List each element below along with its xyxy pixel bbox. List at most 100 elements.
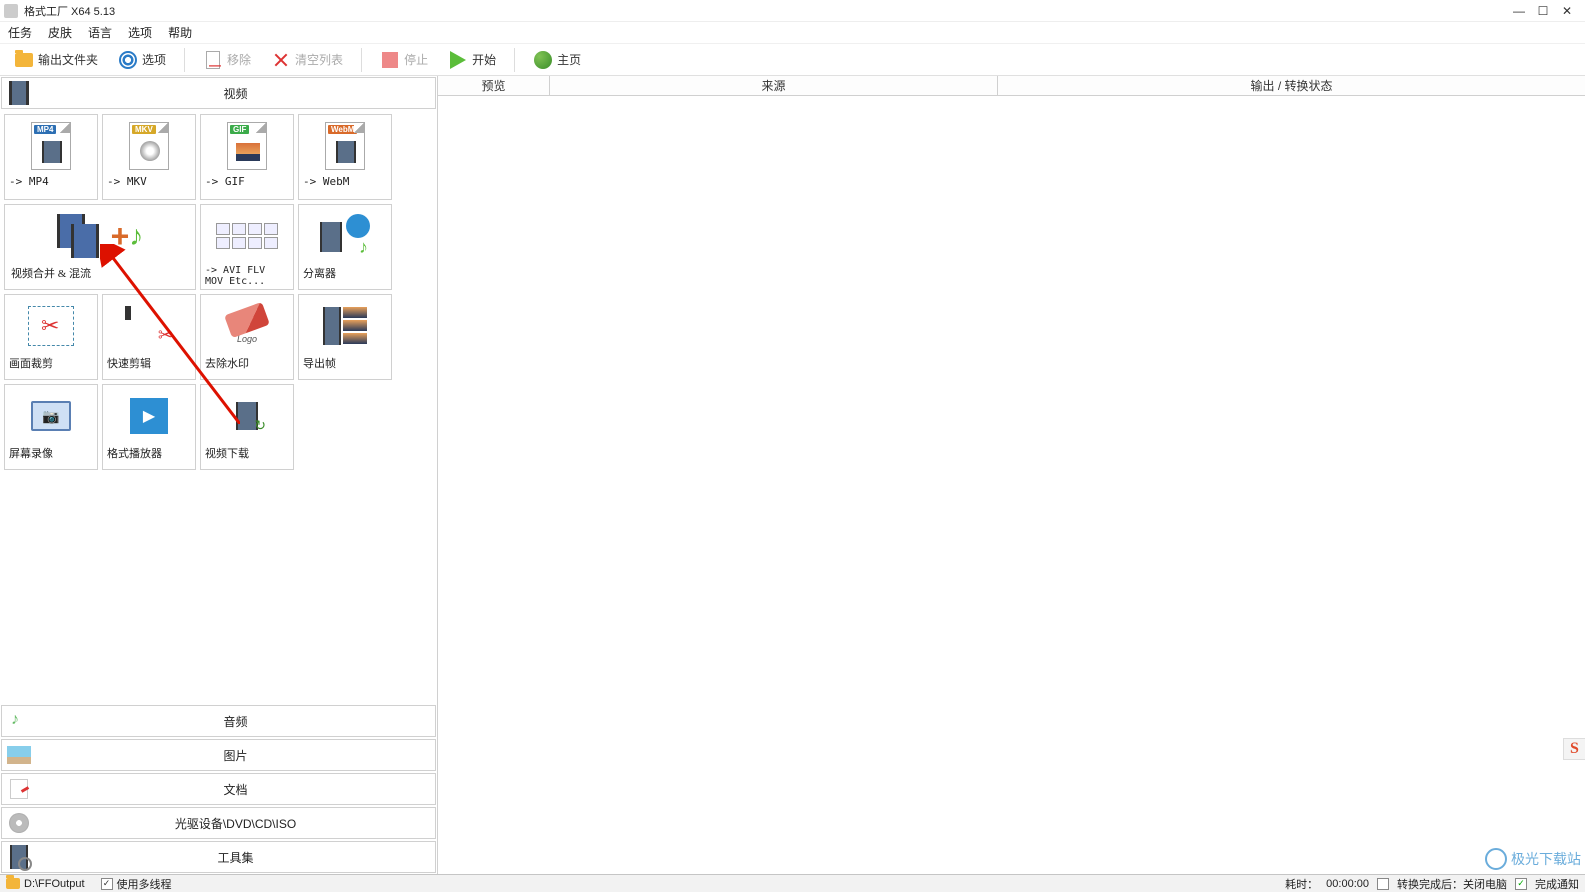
remove-icon bbox=[203, 50, 223, 70]
tile-crop-label: 画面裁剪 bbox=[5, 355, 97, 371]
tile-quickcut[interactable]: 快速剪辑 bbox=[102, 294, 196, 380]
menu-lang[interactable]: 语言 bbox=[88, 24, 112, 41]
status-bar: D:\FFOutput 使用多线程 耗时： 00:00:00 转换完成后：关闭电… bbox=[0, 874, 1585, 892]
tile-separator[interactable]: ♪ 分离器 bbox=[298, 204, 392, 290]
output-folder-label: 输出文件夹 bbox=[38, 51, 98, 68]
tile-gif[interactable]: GIF -> GIF bbox=[200, 114, 294, 200]
category-audio[interactable]: 音频 bbox=[1, 705, 436, 737]
menu-help[interactable]: 帮助 bbox=[168, 24, 192, 41]
video-icon bbox=[6, 80, 32, 106]
toolbar-separator bbox=[361, 48, 362, 72]
folder-icon bbox=[14, 50, 34, 70]
plus-note-icon: + bbox=[111, 218, 144, 255]
category-video[interactable]: 视频 bbox=[1, 77, 436, 109]
document-icon bbox=[6, 776, 32, 802]
toolbar: 输出文件夹 选项 移除 清空列表 停止 开始 主页 bbox=[0, 44, 1585, 76]
folder-icon bbox=[6, 878, 20, 889]
screen-icon bbox=[31, 401, 71, 431]
download-icon bbox=[236, 402, 258, 430]
video-tiles: MP4 -> MP4 MKV -> MKV GIF -> GIF WebM ->… bbox=[0, 110, 437, 704]
elapsed-label: 耗时： bbox=[1285, 876, 1318, 892]
stop-label: 停止 bbox=[404, 51, 428, 68]
tile-download[interactable]: 视频下载 bbox=[200, 384, 294, 470]
menu-option[interactable]: 选项 bbox=[128, 24, 152, 41]
category-document-label: 文档 bbox=[36, 781, 435, 798]
toolbar-separator bbox=[184, 48, 185, 72]
stop-icon bbox=[380, 50, 400, 70]
avi-icon bbox=[216, 223, 278, 249]
tile-player-label: 格式播放器 bbox=[103, 445, 195, 461]
tile-watermark-remove[interactable]: Logo 去除水印 bbox=[200, 294, 294, 380]
shutdown-checkbox[interactable] bbox=[1377, 878, 1389, 890]
elapsed-time: 00:00:00 bbox=[1326, 878, 1369, 890]
toolbar-separator bbox=[514, 48, 515, 72]
menu-skin[interactable]: 皮肤 bbox=[48, 24, 72, 41]
category-disc[interactable]: 光驱设备\DVD\CD\ISO bbox=[1, 807, 436, 839]
tile-webm-label: -> WebM bbox=[299, 175, 391, 188]
globe-icon bbox=[533, 50, 553, 70]
notify-checkbox[interactable] bbox=[1515, 878, 1527, 890]
list-header: 预览 来源 输出 / 转换状态 bbox=[438, 76, 1585, 96]
ime-indicator[interactable]: S bbox=[1563, 738, 1585, 760]
toolset-icon bbox=[6, 844, 32, 870]
task-list[interactable] bbox=[438, 96, 1585, 874]
tile-screen-record[interactable]: 屏幕录像 bbox=[4, 384, 98, 470]
x-icon bbox=[271, 50, 291, 70]
clear-list-label: 清空列表 bbox=[295, 51, 343, 68]
tile-crop[interactable]: 画面裁剪 bbox=[4, 294, 98, 380]
tile-download-label: 视频下载 bbox=[201, 445, 293, 461]
image-icon bbox=[6, 742, 32, 768]
app-icon bbox=[4, 4, 18, 18]
maximize-button[interactable]: ☐ bbox=[1537, 5, 1549, 17]
eraser-icon bbox=[224, 302, 270, 338]
clear-list-button[interactable]: 清空列表 bbox=[265, 48, 349, 72]
close-button[interactable]: ✕ bbox=[1561, 5, 1573, 17]
tile-gif-label: -> GIF bbox=[201, 175, 293, 188]
multithread-label: 使用多线程 bbox=[117, 876, 172, 892]
category-video-label: 视频 bbox=[36, 85, 435, 102]
category-image[interactable]: 图片 bbox=[1, 739, 436, 771]
quickcut-icon bbox=[125, 306, 173, 346]
disc-icon bbox=[6, 810, 32, 836]
crop-icon bbox=[28, 306, 74, 346]
tile-avi[interactable]: -> AVI FLV MOV Etc... bbox=[200, 204, 294, 290]
output-path[interactable]: D:\FFOutput bbox=[24, 878, 85, 890]
tile-player[interactable]: 格式播放器 bbox=[102, 384, 196, 470]
tile-avi-label: -> AVI FLV MOV Etc... bbox=[201, 265, 293, 287]
tile-merge[interactable]: + 视频合并 & 混流 bbox=[4, 204, 196, 290]
play-icon bbox=[448, 50, 468, 70]
col-preview[interactable]: 预览 bbox=[438, 76, 550, 95]
tile-mkv[interactable]: MKV -> MKV bbox=[102, 114, 196, 200]
menu-task[interactable]: 任务 bbox=[8, 24, 32, 41]
category-document[interactable]: 文档 bbox=[1, 773, 436, 805]
tile-quickcut-label: 快速剪辑 bbox=[103, 355, 195, 371]
start-button[interactable]: 开始 bbox=[442, 48, 502, 72]
window-title: 格式工厂 X64 5.13 bbox=[24, 3, 1513, 19]
player-icon bbox=[130, 398, 168, 434]
output-folder-button[interactable]: 输出文件夹 bbox=[8, 48, 104, 72]
category-toolset[interactable]: 工具集 bbox=[1, 841, 436, 873]
home-label: 主页 bbox=[557, 51, 581, 68]
tile-separator-label: 分离器 bbox=[299, 265, 391, 281]
task-list-panel: 预览 来源 输出 / 转换状态 bbox=[438, 76, 1585, 874]
notify-label: 完成通知 bbox=[1535, 876, 1579, 892]
stop-button[interactable]: 停止 bbox=[374, 48, 434, 72]
tile-mp4[interactable]: MP4 -> MP4 bbox=[4, 114, 98, 200]
tile-mp4-label: -> MP4 bbox=[5, 175, 97, 188]
home-button[interactable]: 主页 bbox=[527, 48, 587, 72]
col-source[interactable]: 来源 bbox=[550, 76, 998, 95]
options-button[interactable]: 选项 bbox=[112, 48, 172, 72]
remove-button[interactable]: 移除 bbox=[197, 48, 257, 72]
category-panel: 视频 MP4 -> MP4 MKV -> MKV GIF -> GIF WebM bbox=[0, 76, 438, 874]
tile-export-frame-label: 导出帧 bbox=[299, 355, 391, 371]
menu-bar: 任务 皮肤 语言 选项 帮助 bbox=[0, 22, 1585, 44]
minimize-button[interactable]: — bbox=[1513, 5, 1525, 17]
category-audio-label: 音频 bbox=[36, 713, 435, 730]
multithread-checkbox[interactable] bbox=[101, 878, 113, 890]
tile-webm[interactable]: WebM -> WebM bbox=[298, 114, 392, 200]
col-status[interactable]: 输出 / 转换状态 bbox=[998, 76, 1585, 95]
tile-export-frame[interactable]: 导出帧 bbox=[298, 294, 392, 380]
tile-watermark-label: 去除水印 bbox=[201, 355, 293, 371]
tile-mkv-label: -> MKV bbox=[103, 175, 195, 188]
category-image-label: 图片 bbox=[36, 747, 435, 764]
